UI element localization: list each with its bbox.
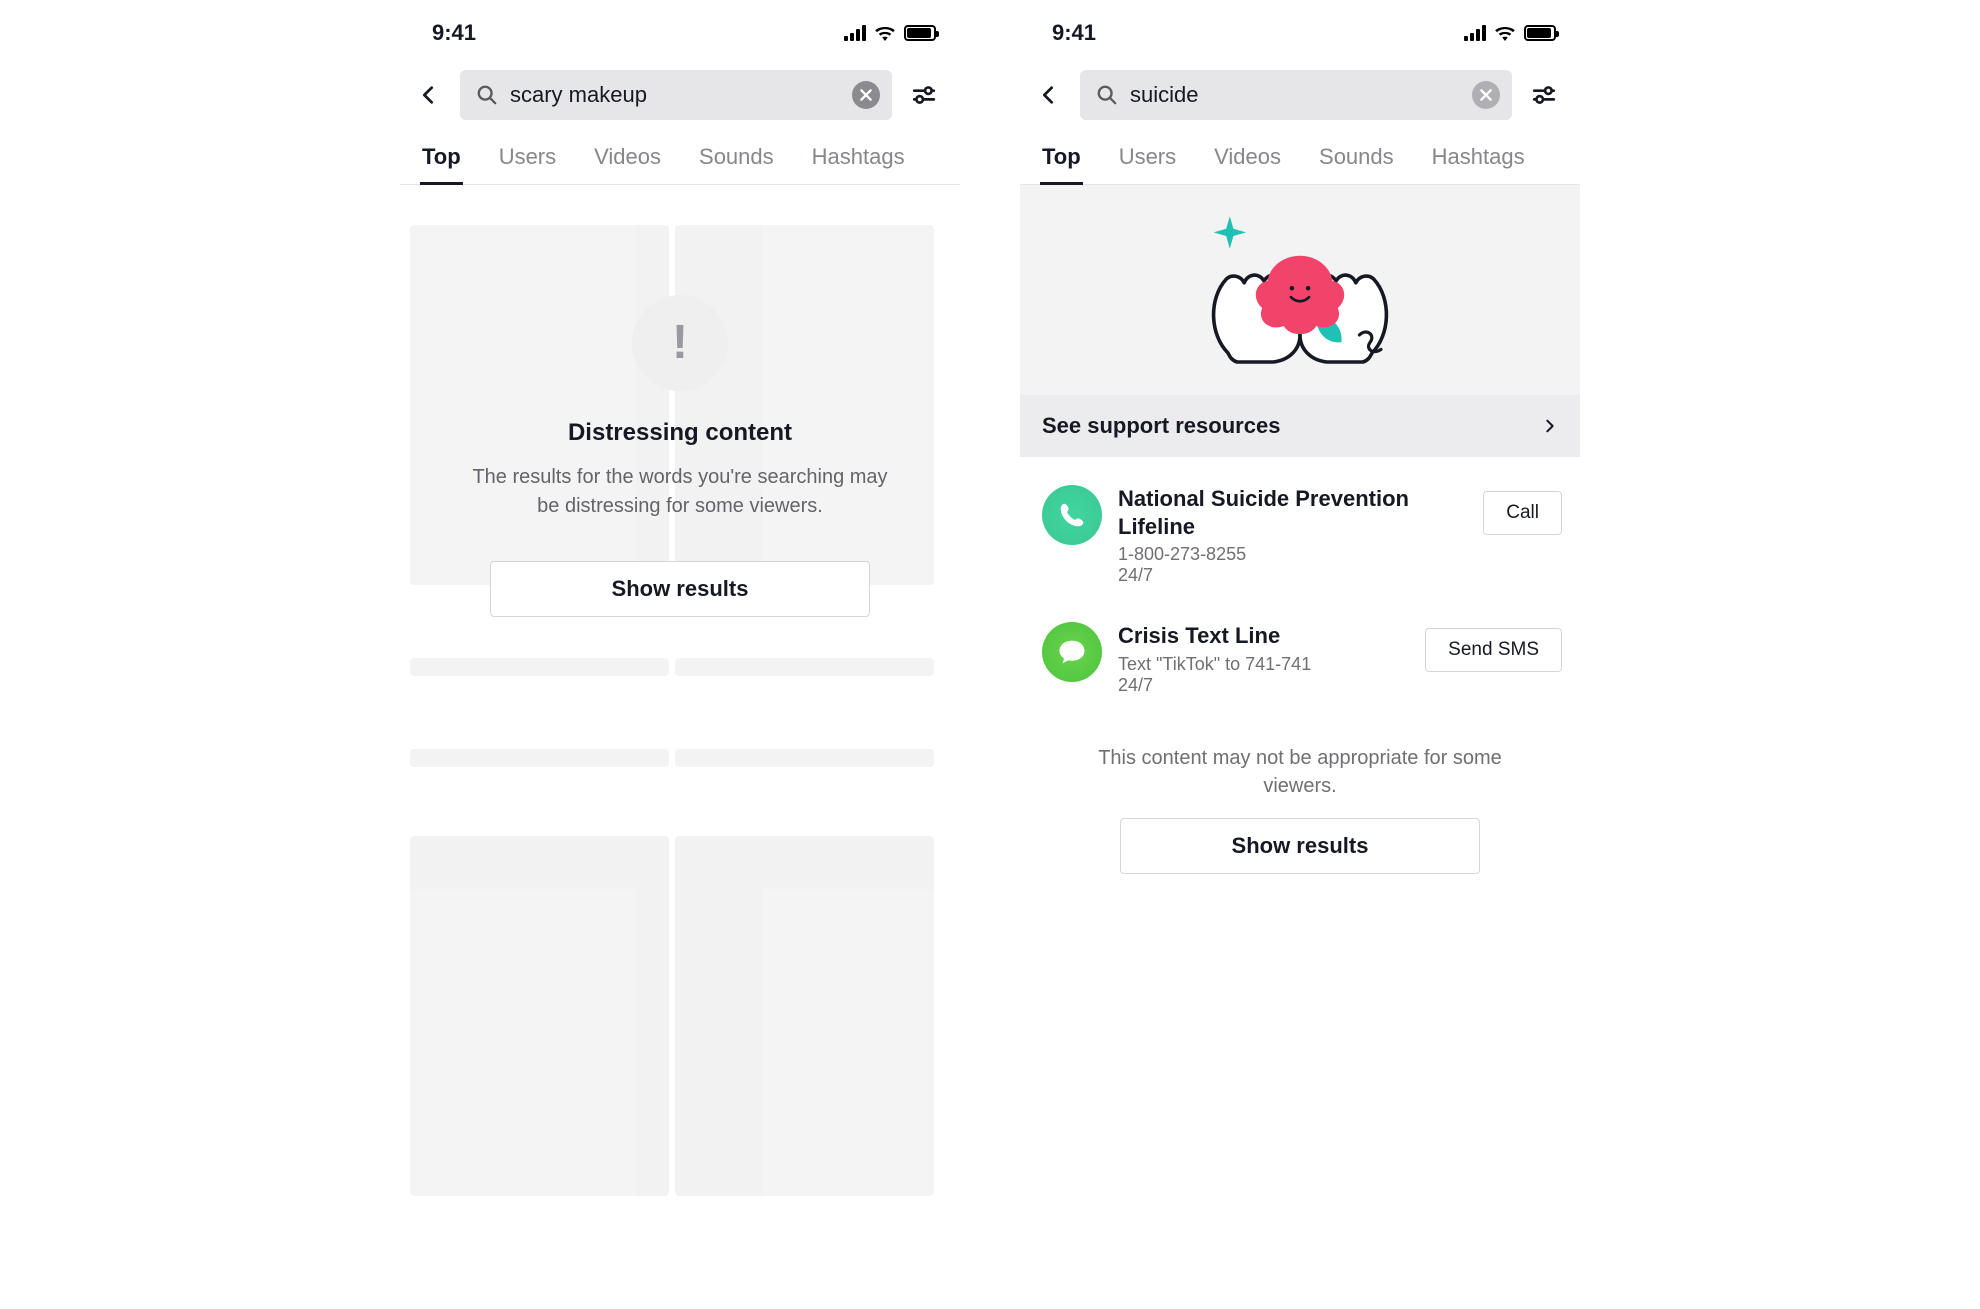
resource-item-lifeline: National Suicide Prevention Lifeline 1-8… [1034, 471, 1570, 608]
chevron-right-icon [1542, 418, 1558, 434]
search-icon [1096, 84, 1118, 106]
resource-title: National Suicide Prevention Lifeline [1118, 485, 1467, 540]
cellular-icon [1464, 25, 1486, 41]
screen-distressing-content: 9:41 Top Users Videos Sounds Hashtags [400, 10, 960, 1299]
warning-icon: ! [632, 295, 728, 391]
resource-title: Crisis Text Line [1118, 622, 1409, 650]
content-warning-note: This content may not be appropriate for … [1020, 718, 1580, 818]
resource-list: National Suicide Prevention Lifeline 1-8… [1020, 457, 1580, 718]
tab-videos[interactable]: Videos [592, 134, 663, 184]
banner-illustration [1020, 185, 1580, 395]
resource-hours: 24/7 [1118, 565, 1467, 586]
chat-icon [1042, 622, 1102, 682]
search-input[interactable] [1130, 82, 1460, 108]
distressing-subtitle: The results for the words you're searchi… [460, 463, 900, 521]
battery-icon [1524, 25, 1556, 41]
phone-icon [1042, 485, 1102, 545]
search-icon [476, 84, 498, 106]
tab-users[interactable]: Users [497, 134, 558, 184]
distressing-overlay: ! Distressing content The results for th… [400, 185, 960, 1299]
status-time: 9:41 [1052, 20, 1096, 46]
show-results-button[interactable]: Show results [1120, 818, 1480, 874]
search-input[interactable] [510, 82, 840, 108]
search-box [1080, 70, 1512, 120]
show-results-button[interactable]: Show results [490, 561, 870, 617]
resource-instruction: Text "TikTok" to 741-741 [1118, 654, 1409, 675]
status-icons [1464, 25, 1556, 41]
support-container: See support resources National Suicide P… [1020, 185, 1580, 1299]
tab-top[interactable]: Top [1040, 134, 1083, 184]
distressing-title: Distressing content [568, 419, 792, 447]
search-header [1020, 56, 1580, 134]
wifi-icon [874, 25, 896, 41]
status-bar: 9:41 [400, 10, 960, 56]
screen-support-resources: 9:41 Top Users Videos Sounds Hashtags [1020, 10, 1580, 1299]
status-icons [844, 25, 936, 41]
search-tabs: Top Users Videos Sounds Hashtags [400, 134, 960, 185]
tab-videos[interactable]: Videos [1212, 134, 1283, 184]
tab-users[interactable]: Users [1117, 134, 1178, 184]
see-support-resources-row[interactable]: See support resources [1020, 395, 1580, 457]
search-header [400, 56, 960, 134]
tab-top[interactable]: Top [420, 134, 463, 184]
call-button[interactable]: Call [1483, 491, 1562, 535]
search-box [460, 70, 892, 120]
clear-search-button[interactable] [852, 81, 880, 109]
filter-button[interactable] [1526, 77, 1562, 113]
status-time: 9:41 [432, 20, 476, 46]
banner-cta-label: See support resources [1042, 413, 1280, 439]
clear-search-button[interactable] [1472, 81, 1500, 109]
search-tabs: Top Users Videos Sounds Hashtags [1020, 134, 1580, 185]
filter-button[interactable] [906, 77, 942, 113]
status-bar: 9:41 [1020, 10, 1580, 56]
send-sms-button[interactable]: Send SMS [1425, 628, 1562, 672]
wifi-icon [1494, 25, 1516, 41]
tab-hashtags[interactable]: Hashtags [1430, 134, 1527, 184]
tab-sounds[interactable]: Sounds [697, 134, 776, 184]
battery-icon [904, 25, 936, 41]
resource-item-crisis-text: Crisis Text Line Text "TikTok" to 741-74… [1034, 608, 1570, 718]
back-button[interactable] [410, 77, 446, 113]
cellular-icon [844, 25, 866, 41]
tab-sounds[interactable]: Sounds [1317, 134, 1396, 184]
resource-number: 1-800-273-8255 [1118, 544, 1467, 565]
resource-hours: 24/7 [1118, 675, 1409, 696]
support-banner: See support resources [1020, 185, 1580, 457]
back-button[interactable] [1030, 77, 1066, 113]
tab-hashtags[interactable]: Hashtags [810, 134, 907, 184]
